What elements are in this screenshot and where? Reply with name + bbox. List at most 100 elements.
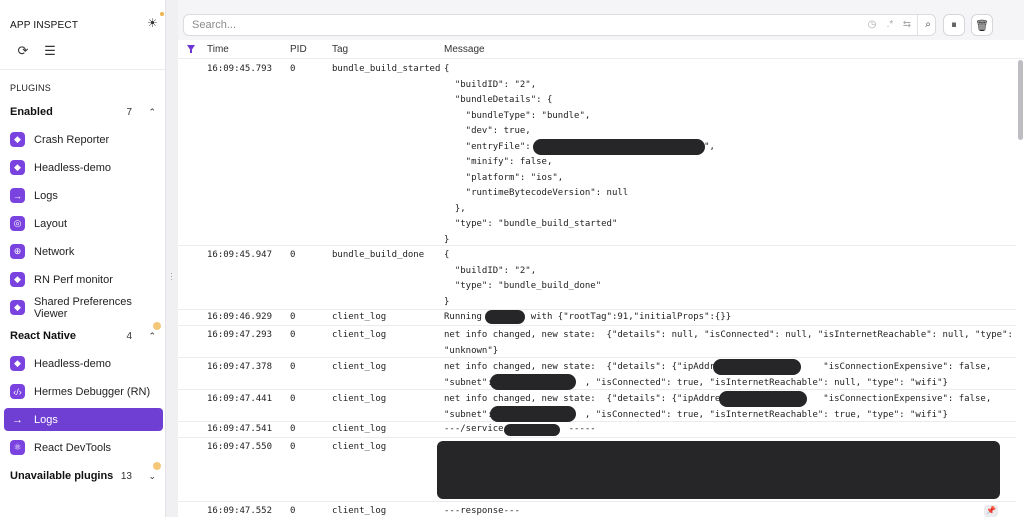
cell-pid: 0 [290,424,296,434]
group-count: 7 [126,106,132,118]
app-title: APP INSPECT [10,20,79,31]
group-label: React Native [10,330,77,342]
cell-tag: client_log [332,312,387,322]
search-icon[interactable]: ⌕ [922,19,934,31]
cell-time: 16:09:47.441 [207,394,273,404]
filter-icon-stem [190,50,192,53]
code-icon: ‹/› [10,384,25,399]
scrollbar-thumb[interactable] [1018,60,1023,140]
clear-logs-button[interactable]: 🗑 [971,14,993,36]
target-icon: ◎ [10,216,25,231]
redaction-mark [719,391,807,407]
history-icon[interactable]: ◷ [866,19,878,31]
cell-pid: 0 [290,330,296,340]
sidebar-header: APP INSPECT ☀ ⟳ ☰ [0,0,165,70]
sidebar-item-label: Hermes Debugger (RN) [34,385,151,398]
sidebar: APP INSPECT ☀ ⟳ ☰ PLUGINS Enabled 7 ⌃ ◆ … [0,0,166,517]
sidebar-item-headless-demo-rn[interactable]: ◆ Headless-demo [4,352,163,375]
sidebar-item-label: Layout [34,217,68,230]
group-react-native[interactable]: React Native 4 ⌃ [10,322,161,344]
log-table-body: 16:09:45.793 0 bundle_build_started { "b… [178,60,1016,517]
redaction-mark [490,406,576,422]
search-input[interactable] [192,18,832,32]
sidebar-item-react-devtools[interactable]: ⚛ React DevTools [4,436,163,459]
column-header-time[interactable]: Time [207,44,229,55]
trash-icon: 🗑 [975,19,989,32]
chevron-up-icon[interactable]: ⌃ [148,331,156,342]
sidebar-item-crash-reporter[interactable]: ◆ Crash Reporter [4,128,163,151]
cell-time: 16:09:46.929 [207,312,273,322]
redaction-mark [713,359,801,375]
sidebar-item-label: Logs [34,413,58,426]
cell-time: 16:09:45.947 [207,250,273,260]
logs-panel: ◷ .* ⇆ ⌕ ⏸ 🗑 Time PID Tag Message 16:09:… [178,0,1024,517]
sidebar-item-logs-rn[interactable]: → Logs [4,408,163,431]
plugin-cube-icon: ◆ [10,132,25,147]
divider [917,15,918,35]
sidebar-item-label: Logs [34,189,58,202]
sidebar-item-hermes-debugger[interactable]: ‹/› Hermes Debugger (RN) [4,380,163,403]
column-header-tag[interactable]: Tag [332,44,348,55]
cell-time: 16:09:47.541 [207,424,273,434]
table-header: Time PID Tag Message [178,41,1024,59]
cell-tag: bundle_build_started [332,64,441,74]
toolbar: ◷ .* ⇆ ⌕ ⏸ 🗑 [178,0,1024,40]
redaction-mark [504,424,560,436]
menu-icon[interactable]: ☰ [43,43,57,58]
globe-icon: ⊕ [10,244,25,259]
cell-tag: client_log [332,362,387,372]
sidebar-item-shared-preferences-viewer[interactable]: ◆ Shared Preferences Viewer [4,296,163,320]
table-row[interactable]: 16:09:47.441 0 client_log net info chang… [178,390,1016,422]
sidebar-item-label: Headless-demo [34,161,112,174]
table-row[interactable]: 16:09:47.552 0 client_log ---response--- [178,502,1016,517]
cell-message: { "buildID": "2", "type": "bundle_build_… [444,250,602,307]
column-header-message[interactable]: Message [444,44,485,55]
redaction-mark [437,441,1000,499]
cell-tag: client_log [332,330,387,340]
resize-handle[interactable]: · · · [170,269,173,284]
sidebar-item-label: React DevTools [34,441,112,454]
sidebar-item-headless-demo[interactable]: ◆ Headless-demo [4,156,163,179]
cell-time: 16:09:47.550 [207,442,273,452]
group-count: 13 [120,470,132,482]
cell-pid: 0 [290,506,296,516]
cell-time: 16:09:47.552 [207,506,273,516]
pause-button[interactable]: ⏸ [943,14,965,36]
plugin-cube-icon: ◆ [10,272,25,287]
cell-pid: 0 [290,362,296,372]
swap-icon[interactable]: ⇆ [901,19,913,31]
cell-tag: bundle_build_done [332,250,425,260]
table-row[interactable]: 16:09:47.550 0 client_log [178,438,1016,502]
plugins-section-label: PLUGINS [10,83,51,93]
chevron-down-icon[interactable]: ⌄ [148,471,156,482]
cell-tag: client_log [332,442,387,452]
cell-tag: client_log [332,394,387,404]
table-row[interactable]: 16:09:47.541 0 client_log ---/service/ -… [178,422,1016,438]
react-icon: ⚛ [10,440,25,455]
search-bar[interactable]: ◷ .* ⇆ ⌕ [183,14,936,36]
cell-message: net info changed, new state: {"details":… [444,330,1013,356]
cell-pid: 0 [290,394,296,404]
group-unavailable-plugins[interactable]: Unavailable plugins 13 ⌄ [10,462,161,484]
group-label: Unavailable plugins [10,470,114,482]
redaction-mark [533,139,705,155]
sidebar-item-logs[interactable]: → Logs [4,184,163,207]
sidebar-item-layout[interactable]: ◎ Layout [4,212,163,235]
table-row[interactable]: 16:09:47.293 0 client_log net info chang… [178,326,1016,358]
group-enabled[interactable]: Enabled 7 ⌃ [10,104,160,120]
regex-icon[interactable]: .* [884,19,896,31]
pin-icon[interactable]: 📌 [984,505,998,517]
sidebar-item-network[interactable]: ⊕ Network [4,240,163,263]
table-row[interactable]: 16:09:47.378 0 client_log net info chang… [178,358,1016,390]
redaction-mark [485,310,525,324]
table-row[interactable]: 16:09:46.929 0 client_log Running with {… [178,310,1016,326]
table-row[interactable]: 16:09:45.947 0 bundle_build_done { "buil… [178,246,1016,310]
sun-icon[interactable]: ☀ [147,17,159,29]
chevron-up-icon[interactable]: ⌃ [148,107,156,118]
table-row[interactable]: 16:09:45.793 0 bundle_build_started { "b… [178,60,1016,246]
notification-dot [153,322,161,330]
reload-icon[interactable]: ⟳ [16,43,30,58]
sidebar-item-rn-perf-monitor[interactable]: ◆ RN Perf monitor [4,268,163,291]
column-header-pid[interactable]: PID [290,44,307,55]
notification-dot [153,462,161,470]
